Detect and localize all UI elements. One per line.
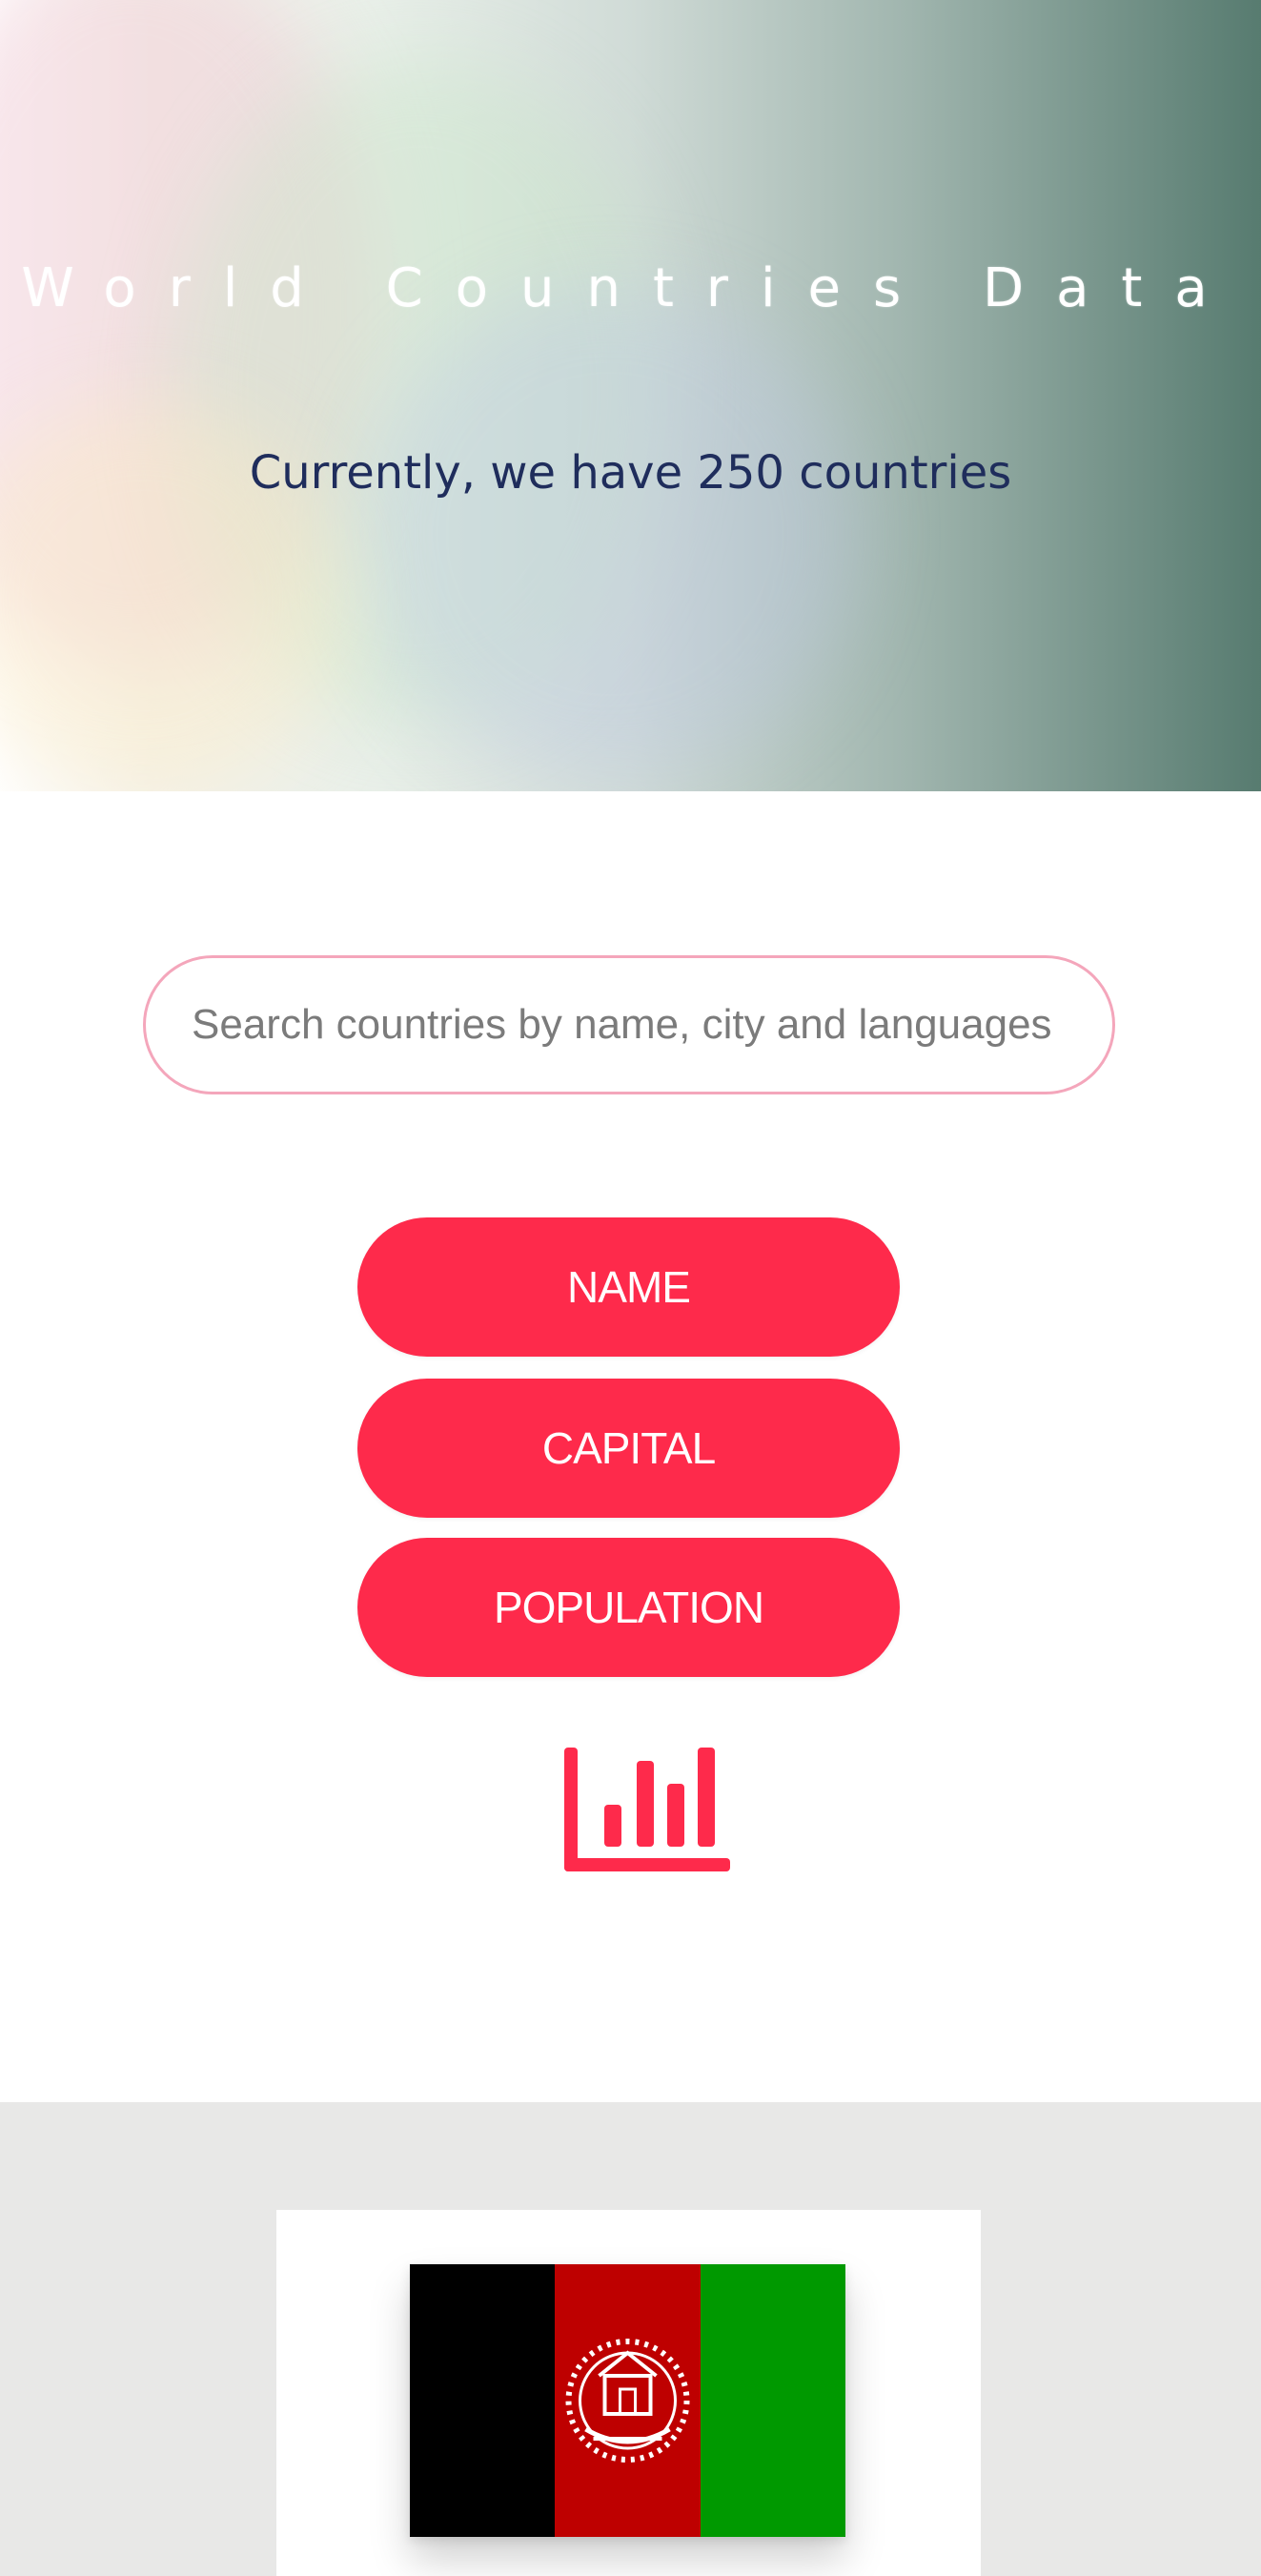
sort-by-population-button[interactable]: POPULATION [357,1538,900,1677]
countries-section [0,2102,1261,2576]
country-count-subtitle: Currently, we have 250 countries [249,446,1012,500]
search-input[interactable] [146,958,1112,1092]
hero-banner: World Countries Data Currently, we have … [0,0,1261,791]
bar-chart-icon[interactable] [564,1748,730,1871]
sort-by-capital-button[interactable]: CAPITAL [357,1379,900,1518]
afghanistan-flag [410,2264,845,2537]
sort-by-name-button[interactable]: NAME [357,1217,900,1357]
hero-background-shape [362,286,858,782]
country-card[interactable] [276,2210,981,2576]
page-title: World Countries Data [21,256,1240,319]
search-box [143,955,1115,1094]
